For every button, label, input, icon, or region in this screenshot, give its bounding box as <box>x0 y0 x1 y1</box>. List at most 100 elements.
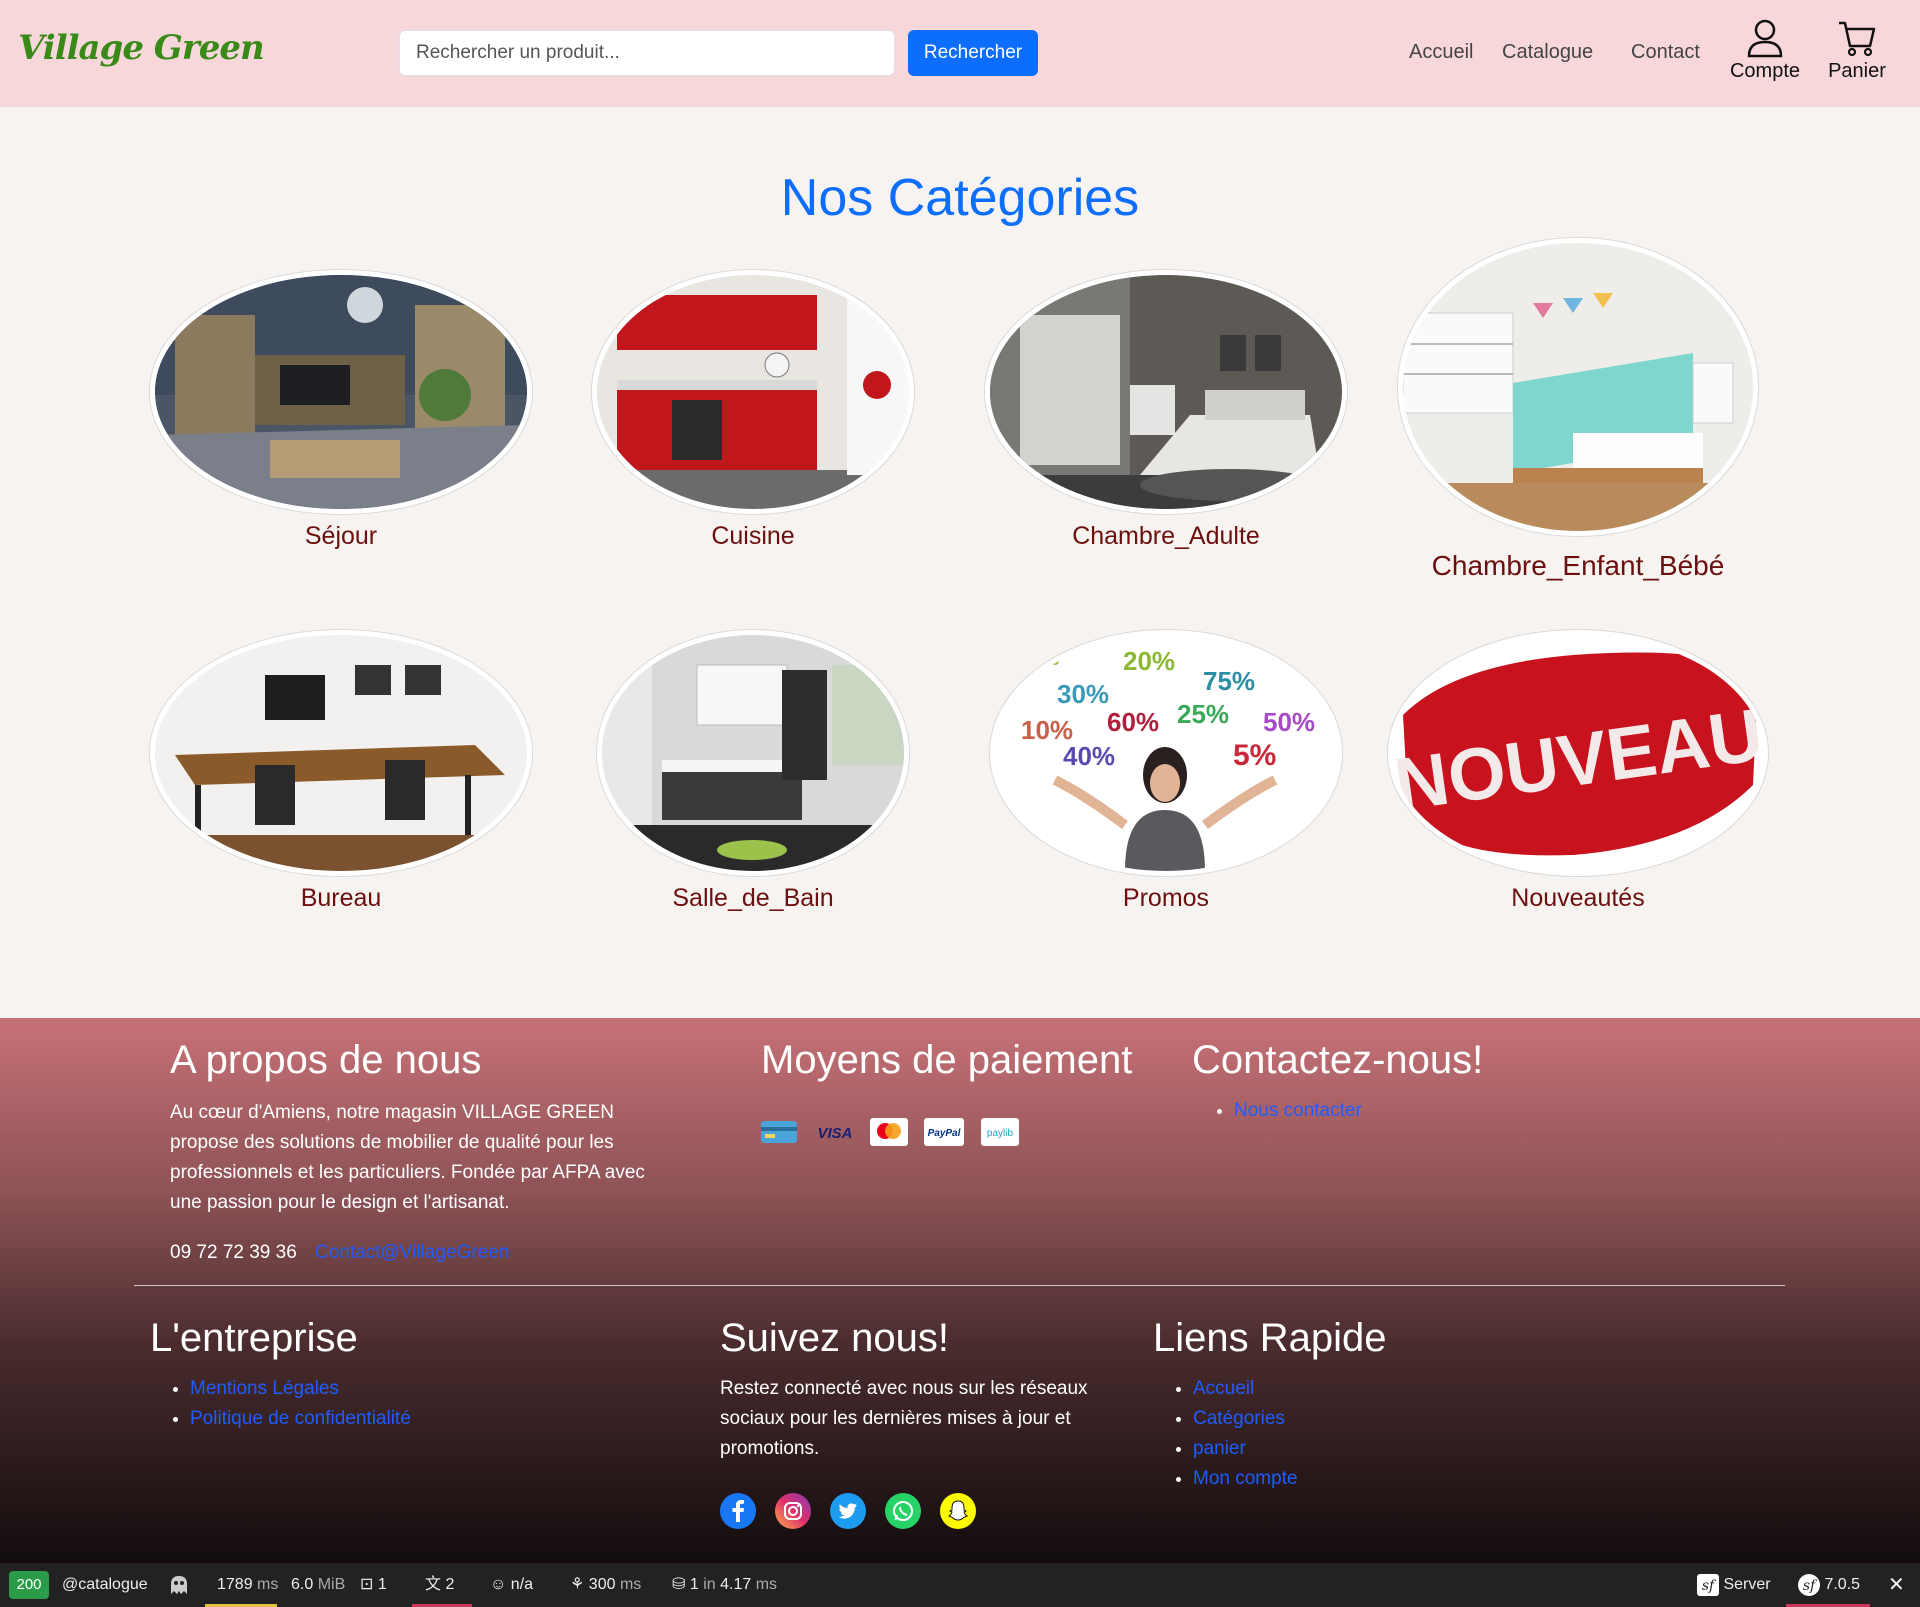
quick-link-panier[interactable]: panier <box>1193 1438 1246 1459</box>
category-label-sejour: Séjour <box>304 522 378 550</box>
promo-text: 50% <box>1263 707 1315 737</box>
database-panel[interactable]: ⛁ 1 in 4.17 ms <box>672 1563 777 1607</box>
promo-text: 60% <box>1107 707 1159 737</box>
quick-links-title: Liens Rapide <box>1153 1316 1387 1360</box>
snapchat-icon[interactable] <box>940 1493 976 1529</box>
cart-button[interactable]: Panier <box>1812 18 1902 83</box>
category-image-nouveautes: NOUVEAU <box>1388 630 1768 876</box>
server-label: Server <box>1723 1576 1771 1593</box>
paypal-icon: PayPal <box>924 1118 964 1146</box>
translation-panel[interactable]: 文 2 <box>425 1563 454 1607</box>
perf-unit: ms <box>619 1576 642 1593</box>
logo[interactable]: Village Green <box>18 28 265 68</box>
promo-text: 5% <box>1233 739 1276 772</box>
svg-text:VISA: VISA <box>817 1125 852 1142</box>
navbar: Village Green Rechercher Accueil Catalog… <box>0 0 1920 107</box>
version-panel[interactable]: sf 7.0.5 <box>1798 1563 1860 1607</box>
forms-panel[interactable]: ⊡ 1 <box>360 1563 387 1607</box>
contact-title: Contactez-nous! <box>1192 1038 1484 1082</box>
forms-count: 1 <box>377 1576 387 1593</box>
page-title: Nos Catégories <box>780 169 1140 227</box>
nav-link-accueil[interactable]: Accueil <box>1409 41 1473 64</box>
footer: A propos de nous Au cœur d'Amiens, notre… <box>0 1018 1920 1563</box>
contact-list: Nous contacter <box>1194 1096 1362 1126</box>
time-unit: ms <box>257 1576 279 1593</box>
footer-divider <box>134 1285 1785 1286</box>
symfony-icon: sf <box>1798 1573 1820 1596</box>
list-item: Accueil <box>1193 1374 1298 1404</box>
company-title: L'entreprise <box>150 1316 358 1360</box>
whatsapp-icon[interactable] <box>885 1493 921 1529</box>
close-icon[interactable]: ✕ <box>1888 1563 1905 1607</box>
account-button[interactable]: Compte <box>1720 18 1810 83</box>
category-card-bureau[interactable]: Bureau <box>150 630 532 913</box>
facebook-icon[interactable] <box>720 1493 756 1529</box>
svg-text:paylib: paylib <box>987 1128 1014 1139</box>
category-card-nouveautes[interactable]: NOUVEAU Nouveautés <box>1388 630 1768 913</box>
category-image-salle-de-bain <box>597 630 909 876</box>
search-button[interactable]: Rechercher <box>908 30 1038 76</box>
email-link[interactable]: Contact@VillageGreen <box>315 1238 509 1268</box>
category-image-chambre-enfant <box>1398 238 1758 536</box>
category-image-cuisine <box>592 270 914 514</box>
category-label-promos: Promos <box>1122 884 1210 912</box>
follow-text: Restez connecté avec nous sur les réseau… <box>720 1378 1088 1459</box>
nav-link-catalogue[interactable]: Catalogue <box>1502 41 1593 64</box>
promo-text: 40% <box>1063 741 1115 771</box>
company-links: Mentions Légales Politique de confidenti… <box>150 1374 411 1434</box>
translations-count: 2 <box>445 1576 455 1593</box>
db-in: in <box>703 1576 716 1593</box>
symfony-icon: sf <box>1697 1573 1719 1596</box>
contact-link[interactable]: Nous contacter <box>1234 1100 1362 1121</box>
mastercard-icon <box>870 1118 908 1146</box>
memory-value: 6.0 <box>291 1576 314 1593</box>
database-icon: ⛁ <box>672 1576 686 1593</box>
server-panel[interactable]: sf Server <box>1697 1563 1771 1607</box>
translation-icon: 文 <box>425 1576 442 1593</box>
quick-link-account[interactable]: Mon compte <box>1193 1468 1298 1489</box>
category-label-nouveautes: Nouveautés <box>1511 884 1645 912</box>
category-card-chambre-enfant[interactable]: Chambre_Enfant_Bébé <box>1398 238 1758 582</box>
promo-text: % <box>1040 645 1060 670</box>
sprout-icon: ⚘ <box>570 1576 585 1593</box>
performance-panel[interactable]: ⚘ 300 ms <box>570 1563 641 1607</box>
memory-panel[interactable]: 6.0 MiB <box>291 1563 345 1607</box>
payment-title: Moyens de paiement <box>761 1038 1133 1082</box>
time-panel[interactable]: 1789 ms <box>217 1563 278 1607</box>
nav-link-contact[interactable]: Contact <box>1631 41 1700 64</box>
follow-title: Suivez nous! <box>720 1316 950 1360</box>
memory-unit: MiB <box>317 1576 346 1593</box>
list-item: Politique de confidentialité <box>190 1404 411 1434</box>
instagram-icon[interactable] <box>775 1493 811 1529</box>
about-title: A propos de nous <box>170 1038 482 1082</box>
category-card-chambre-adulte[interactable]: Chambre_Adulte <box>985 270 1347 551</box>
quick-link-accueil[interactable]: Accueil <box>1193 1378 1254 1399</box>
category-card-cuisine[interactable]: Cuisine <box>592 270 914 551</box>
version-label: 7.0.5 <box>1824 1576 1861 1593</box>
paylib-icon: paylib <box>981 1118 1019 1146</box>
route-label[interactable]: @catalogue <box>62 1563 148 1607</box>
list-item: Nous contacter <box>1234 1096 1362 1126</box>
twitter-icon[interactable] <box>830 1493 866 1529</box>
promo-text: 30% <box>1057 679 1109 709</box>
search-input[interactable] <box>399 30 895 76</box>
privacy-link[interactable]: Politique de confidentialité <box>190 1408 411 1429</box>
user-value: n/a <box>510 1576 534 1593</box>
quick-link-categories[interactable]: Catégories <box>1193 1408 1285 1429</box>
category-label-bureau: Bureau <box>300 884 382 912</box>
category-card-sejour[interactable]: Séjour <box>150 270 532 551</box>
about-text: Au cœur d'Amiens, notre magasin VILLAGE … <box>170 1102 645 1213</box>
promo-text: 20% <box>1123 646 1175 676</box>
status-badge[interactable]: 200 <box>9 1571 49 1599</box>
category-image-chambre-adulte <box>985 270 1347 514</box>
legal-link[interactable]: Mentions Légales <box>190 1378 339 1399</box>
list-item: Mentions Légales <box>190 1374 411 1404</box>
category-card-promos[interactable]: % 20% 75% 30% 60% 25% 50% 10% 40% 5% Pro… <box>990 630 1342 913</box>
account-label: Compte <box>1729 60 1801 82</box>
ghost-icon[interactable] <box>168 1563 190 1607</box>
category-card-salle-de-bain[interactable]: Salle_de_Bain <box>597 630 909 913</box>
user-panel[interactable]: ☺ n/a <box>490 1563 533 1607</box>
quick-links: Accueil Catégories panier Mon compte <box>1153 1374 1298 1494</box>
promo-text: 25% <box>1177 699 1229 729</box>
debug-toolbar: 200 @catalogue 1789 ms 6.0 MiB ⊡ 1 文 2 ☺… <box>0 1563 1920 1607</box>
